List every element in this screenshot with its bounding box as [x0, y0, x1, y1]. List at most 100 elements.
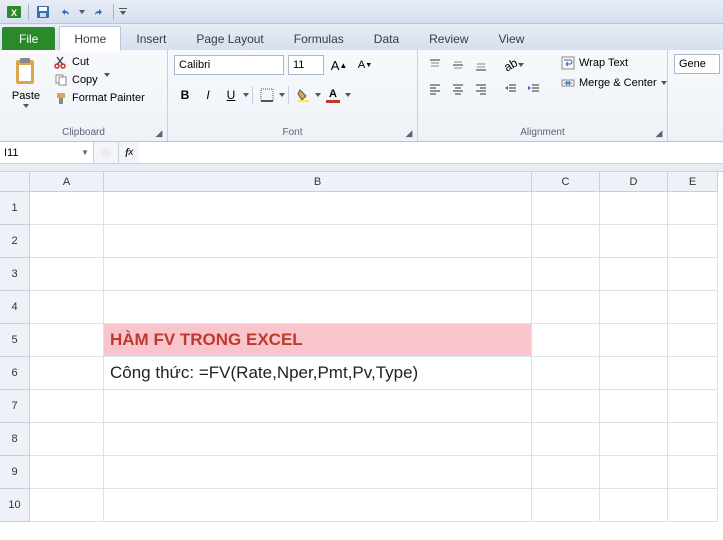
cell-b7[interactable]	[104, 390, 532, 423]
name-box[interactable]: I11 ▼	[0, 142, 94, 163]
bold-button[interactable]: B	[174, 84, 196, 106]
italic-button[interactable]: I	[197, 84, 219, 106]
fx-icon[interactable]: fx	[119, 142, 139, 163]
font-color-button[interactable]: A	[322, 84, 344, 106]
cell-e3[interactable]	[668, 258, 718, 291]
cell-b6[interactable]: Công thức: =FV(Rate,Nper,Pmt,Pv,Type)	[104, 357, 532, 390]
row-header-8[interactable]: 8	[0, 423, 30, 456]
row-header-1[interactable]: 1	[0, 192, 30, 225]
cell-d1[interactable]	[600, 192, 668, 225]
row-header-6[interactable]: 6	[0, 357, 30, 390]
cell-b9[interactable]	[104, 456, 532, 489]
tab-formulas[interactable]: Formulas	[279, 26, 359, 50]
tab-home[interactable]: Home	[59, 26, 121, 51]
undo-dropdown-icon[interactable]	[77, 2, 87, 22]
cell-e6[interactable]	[668, 357, 718, 390]
cell-c3[interactable]	[532, 258, 600, 291]
increase-font-icon[interactable]: A▲	[328, 54, 350, 76]
cell-a9[interactable]	[30, 456, 104, 489]
cell-d8[interactable]	[600, 423, 668, 456]
align-bottom-icon[interactable]	[470, 54, 492, 76]
cell-e5[interactable]	[668, 324, 718, 357]
name-box-dropdown-icon[interactable]: ▼	[81, 148, 89, 157]
tab-page-layout[interactable]: Page Layout	[181, 26, 278, 50]
formula-input[interactable]	[139, 142, 723, 163]
cell-b2[interactable]	[104, 225, 532, 258]
cell-c2[interactable]	[532, 225, 600, 258]
clipboard-launcher-icon[interactable]: ◢	[153, 127, 165, 139]
cell-a2[interactable]	[30, 225, 104, 258]
col-header-e[interactable]: E	[668, 172, 718, 192]
cell-b8[interactable]	[104, 423, 532, 456]
align-middle-icon[interactable]	[447, 54, 469, 76]
merge-center-button[interactable]: Merge & Center	[557, 74, 671, 92]
select-all-corner[interactable]	[0, 172, 30, 192]
cell-d7[interactable]	[600, 390, 668, 423]
tab-review[interactable]: Review	[414, 26, 483, 50]
col-header-d[interactable]: D	[600, 172, 668, 192]
cell-a4[interactable]	[30, 291, 104, 324]
cell-c6[interactable]	[532, 357, 600, 390]
cell-c7[interactable]	[532, 390, 600, 423]
undo-icon[interactable]	[55, 2, 75, 22]
row-header-2[interactable]: 2	[0, 225, 30, 258]
cell-b3[interactable]	[104, 258, 532, 291]
tab-insert[interactable]: Insert	[121, 26, 181, 50]
col-header-c[interactable]: C	[532, 172, 600, 192]
cell-b10[interactable]	[104, 489, 532, 522]
align-left-icon[interactable]	[424, 78, 446, 100]
cell-d9[interactable]	[600, 456, 668, 489]
orientation-icon[interactable]: ab	[500, 54, 528, 76]
row-header-3[interactable]: 3	[0, 258, 30, 291]
cell-e9[interactable]	[668, 456, 718, 489]
cell-e2[interactable]	[668, 225, 718, 258]
borders-button[interactable]	[256, 84, 278, 106]
col-header-b[interactable]: B	[104, 172, 532, 192]
decrease-indent-icon[interactable]	[500, 78, 522, 100]
cell-c8[interactable]	[532, 423, 600, 456]
format-painter-button[interactable]: Format Painter	[50, 90, 149, 106]
tab-file[interactable]: File	[2, 27, 55, 50]
cell-d4[interactable]	[600, 291, 668, 324]
row-header-10[interactable]: 10	[0, 489, 30, 522]
cell-c5[interactable]	[532, 324, 600, 357]
font-name-select[interactable]	[174, 55, 284, 75]
cell-e8[interactable]	[668, 423, 718, 456]
underline-button[interactable]: U	[220, 84, 242, 106]
cell-a10[interactable]	[30, 489, 104, 522]
cell-e4[interactable]	[668, 291, 718, 324]
align-center-icon[interactable]	[447, 78, 469, 100]
font-size-select[interactable]	[288, 55, 324, 75]
paste-button[interactable]: Paste	[6, 54, 46, 125]
cell-d6[interactable]	[600, 357, 668, 390]
cell-b4[interactable]	[104, 291, 532, 324]
tab-data[interactable]: Data	[359, 26, 414, 50]
decrease-font-icon[interactable]: A▼	[354, 54, 376, 76]
cell-a1[interactable]	[30, 192, 104, 225]
cell-c10[interactable]	[532, 489, 600, 522]
cell-d10[interactable]	[600, 489, 668, 522]
font-launcher-icon[interactable]: ◢	[403, 127, 415, 139]
cell-a7[interactable]	[30, 390, 104, 423]
number-format-select[interactable]	[674, 54, 720, 74]
tab-view[interactable]: View	[484, 26, 540, 50]
redo-icon[interactable]	[89, 2, 109, 22]
cell-e1[interactable]	[668, 192, 718, 225]
align-top-icon[interactable]	[424, 54, 446, 76]
cell-e10[interactable]	[668, 489, 718, 522]
col-header-a[interactable]: A	[30, 172, 104, 192]
cell-b5[interactable]: HÀM FV TRONG EXCEL	[104, 324, 532, 357]
row-header-5[interactable]: 5	[0, 324, 30, 357]
cell-c1[interactable]	[532, 192, 600, 225]
wrap-text-button[interactable]: Wrap Text	[557, 54, 671, 72]
cell-c9[interactable]	[532, 456, 600, 489]
row-header-7[interactable]: 7	[0, 390, 30, 423]
cell-d5[interactable]	[600, 324, 668, 357]
cell-a8[interactable]	[30, 423, 104, 456]
row-header-9[interactable]: 9	[0, 456, 30, 489]
increase-indent-icon[interactable]	[523, 78, 545, 100]
cell-a5[interactable]	[30, 324, 104, 357]
fill-color-button[interactable]	[292, 84, 314, 106]
alignment-launcher-icon[interactable]: ◢	[653, 127, 665, 139]
cell-a3[interactable]	[30, 258, 104, 291]
